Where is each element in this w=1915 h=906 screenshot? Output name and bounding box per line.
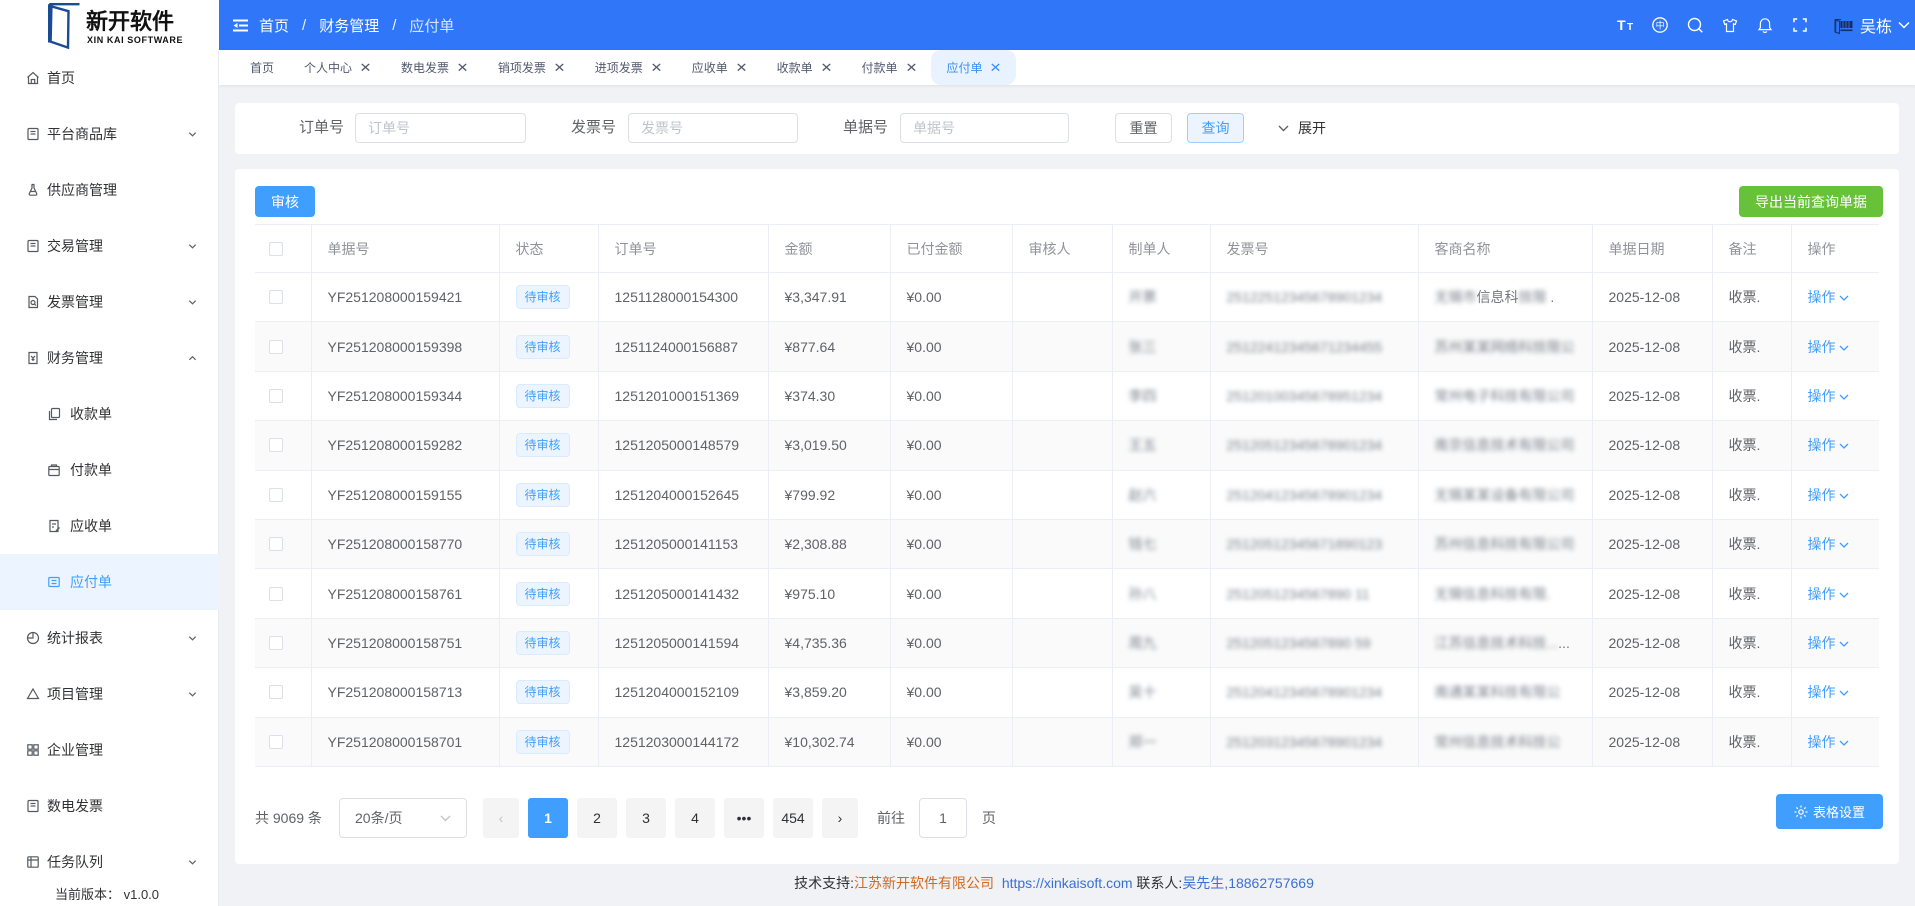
svg-text:中: 中 bbox=[1656, 20, 1665, 31]
svg-text:T: T bbox=[1617, 17, 1626, 33]
svg-text:T: T bbox=[1627, 22, 1633, 33]
